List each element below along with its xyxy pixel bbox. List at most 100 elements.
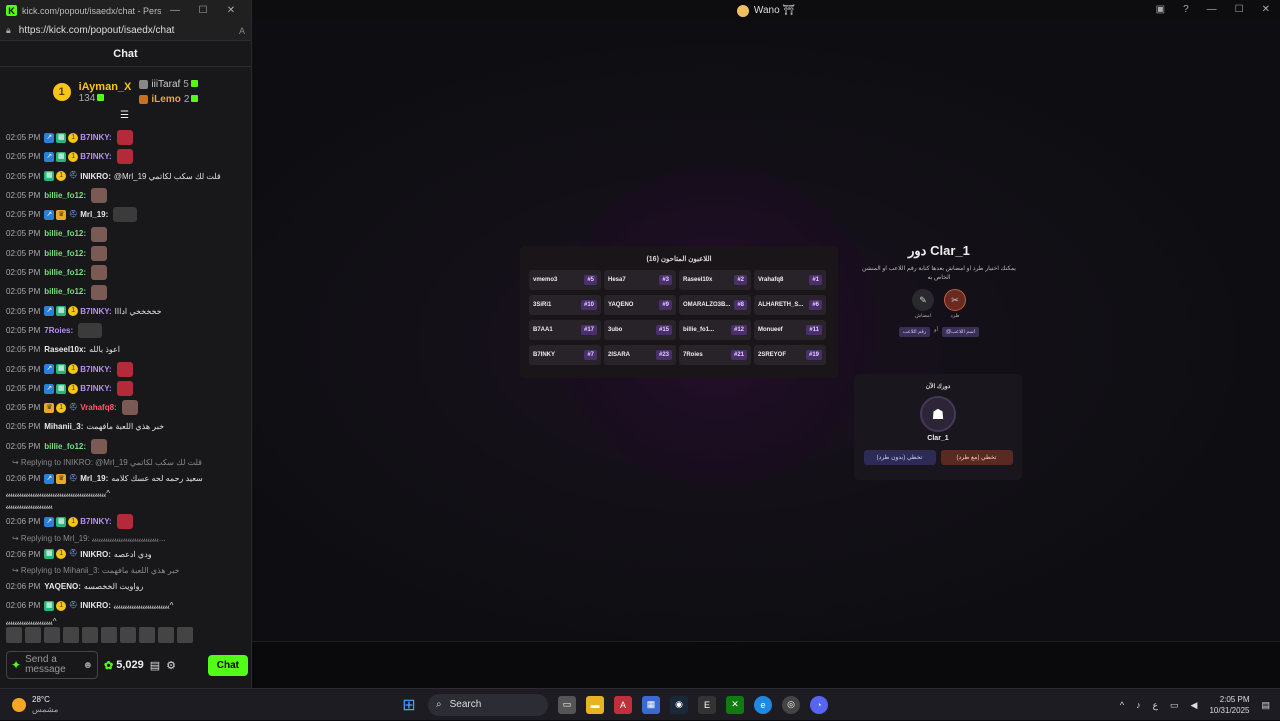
weather-widget[interactable]: 28°C مشمس	[0, 695, 400, 714]
username[interactable]: billie_fo12:	[44, 263, 86, 282]
username[interactable]: Mrl_19:	[80, 205, 108, 224]
action-option[interactable]: ✎ امضاش	[912, 289, 934, 319]
emote-icon[interactable]	[82, 627, 98, 643]
player-card[interactable]: 2ISARA #23	[604, 345, 676, 365]
file-explorer-icon[interactable]: ▬	[586, 695, 604, 714]
username[interactable]: B7INKY:	[80, 302, 111, 321]
steam-icon[interactable]: ◉	[670, 695, 688, 714]
network-icon[interactable]: ▭	[1170, 700, 1179, 711]
player-card[interactable]: vmemo3 #5	[529, 270, 601, 290]
chat-message[interactable]: 02:05 PM Mihanii_3: خبر هذي اللعبة مافهمت	[6, 417, 242, 436]
chat-message[interactable]: 02:06 PM ▦ 1 ⛑ INIKRO: ودي ادعصه	[6, 545, 242, 564]
username[interactable]: INIKRO:	[80, 596, 111, 615]
chat-message[interactable]: 02:05 PM 7Roies:	[6, 321, 242, 340]
username[interactable]: Mihanii_3:	[44, 417, 83, 436]
minimize-icon[interactable]: —	[1207, 4, 1217, 15]
discord-icon[interactable]: ◔	[810, 695, 828, 714]
chat-message[interactable]: 02:05 PM ↗ ▦ 1 B7INKY:	[6, 379, 242, 398]
chat-message[interactable]: 02:06 PM YAQENO: رواويت الخخصسه	[6, 577, 242, 596]
chat-message[interactable]: 02:05 PM billie_fo12:	[6, 282, 242, 301]
player-card[interactable]: 3SiRi1 #10	[529, 295, 601, 315]
maximize-icon[interactable]: ☐	[1235, 4, 1244, 15]
username[interactable]: Raseel10x:	[44, 340, 86, 359]
player-card[interactable]: Raseel10x #2	[679, 270, 751, 290]
emote-icon[interactable]	[158, 627, 174, 643]
settings-gear-icon[interactable]: ⚙	[166, 659, 176, 672]
username[interactable]: INIKRO:	[80, 167, 111, 186]
chat-message[interactable]: 02:05 PM billie_fo12:	[6, 244, 242, 263]
username[interactable]: B7INKY:	[80, 360, 111, 379]
username[interactable]: YAQENO:	[44, 577, 81, 596]
notification-icon[interactable]: ▤	[1261, 700, 1270, 711]
username[interactable]: billie_fo12:	[44, 186, 86, 205]
player-card[interactable]: OMARALZO3B... #8	[679, 295, 751, 315]
action-option[interactable]: ✂ طرد	[944, 289, 966, 319]
chevron-up-icon[interactable]: ^	[1120, 700, 1124, 710]
player-card[interactable]: 7Roies #21	[679, 345, 751, 365]
chat-message[interactable]: 02:05 PM billie_fo12:	[6, 186, 242, 205]
chat-message[interactable]: 02:05 PM ↗ ▦ 1 B7INKY:	[6, 360, 242, 379]
address-bar[interactable]: 🔒︎ https://kick.com/popout/isaedx/chat A	[0, 21, 251, 41]
filter-icon[interactable]: ☰	[120, 110, 129, 121]
emote-icon[interactable]	[139, 627, 155, 643]
emoji-icon[interactable]: ☻	[82, 660, 93, 671]
close-icon[interactable]: ✕	[217, 5, 245, 16]
chat-messages[interactable]: 02:05 PM ↗ ▦ 1 B7INKY: 02:05 PM ↗ ▦ 1 B7INKY: 02:0…	[0, 125, 248, 625]
reply-context[interactable]: ↪ Replying to Mihanii_3: خبر هذي اللعبة …	[6, 564, 242, 577]
emote-icon[interactable]	[44, 627, 60, 643]
username[interactable]: INIKRO:	[80, 545, 111, 564]
emote-icon[interactable]	[63, 627, 79, 643]
username[interactable]: B7INKY:	[80, 128, 111, 147]
epic-games-icon[interactable]: E	[698, 695, 716, 714]
sparkle-icon[interactable]: ✦	[11, 658, 21, 672]
username[interactable]: Mrl_19:	[80, 469, 108, 488]
reply-context[interactable]: ↪ Replying to Mrl_19: ﯾﯾﯾﯾﯾﯾﯾﯾﯾﯾﯾﯾﯾﯾﯾﯾﯾﯾ…	[6, 532, 242, 545]
microphone-icon[interactable]: ♪	[1136, 700, 1141, 710]
chat-message[interactable]: 02:05 PM ♛ 1 ⛑ Vrahafq8:	[6, 398, 242, 417]
help-icon[interactable]: ?	[1183, 4, 1189, 15]
username[interactable]: B7INKY:	[80, 512, 111, 531]
screen-icon[interactable]: ▣	[1156, 4, 1165, 15]
chat-message[interactable]: 02:05 PM billie_fo12:	[6, 437, 242, 456]
chat-message[interactable]: 02:06 PM ↗ ♛ ⛑ Mrl_19: سعيد رحمه لحه عسك…	[6, 469, 242, 488]
chat-message[interactable]: 02:06 PM ▦ 1 ⛑ INIKRO: ﯾﯾﯾﯾﯾﯾﯾﯾﯾﯾﯾﯾﯾﯾﯾﯾﯾ…	[6, 596, 242, 615]
player-card[interactable]: ALHARETH_S... #6	[754, 295, 826, 315]
maximize-icon[interactable]: ☐	[189, 5, 217, 16]
username[interactable]: 7Roies:	[44, 321, 73, 340]
chat-message[interactable]: 02:05 PM billie_fo12:	[6, 224, 242, 243]
player-card[interactable]: YAQENO #9	[604, 295, 676, 315]
reader-mode-icon[interactable]: A	[239, 26, 245, 36]
username[interactable]: billie_fo12:	[44, 224, 86, 243]
emote-icon[interactable]	[177, 627, 193, 643]
player-card[interactable]: 3ubo #15	[604, 320, 676, 340]
adobe-app-icon[interactable]: A	[614, 695, 632, 714]
emote-icon[interactable]	[25, 627, 41, 643]
kick-out-icon[interactable]: ✂	[944, 289, 966, 311]
clock[interactable]: 2:05 PM 10/31/2025	[1209, 694, 1249, 716]
chat-message[interactable]: 02:05 PM ↗ ♛ ⛑ Mrl_19:	[6, 205, 242, 224]
game-area[interactable]: اللاعبون المتاحون (16) vmemo3 #5 Hesa7 #3 Ra…	[252, 21, 1280, 641]
language-indicator[interactable]: ع	[1153, 700, 1158, 711]
store-icon[interactable]: ▤	[150, 659, 160, 672]
player-card[interactable]: Monueef #11	[754, 320, 826, 340]
player-card[interactable]: Vrahafq8 #1	[754, 270, 826, 290]
emote-icon[interactable]	[101, 627, 117, 643]
emote-bar[interactable]	[6, 627, 246, 645]
skip-without-kick-button[interactable]: تخطي (بدون طرد)	[863, 450, 936, 465]
username[interactable]: billie_fo12:	[44, 437, 86, 456]
reply-context[interactable]: ↪ Replying to INIKRO: @Mrl_19 قلت لك سكب…	[6, 456, 242, 469]
chat-message[interactable]: 02:05 PM ↗ ▦ 1 B7INKY: خخخخخي ادااا	[6, 302, 242, 321]
xbox-icon[interactable]: ✕	[726, 695, 744, 714]
player-card[interactable]: B7AA1 #17	[529, 320, 601, 340]
taskbar-search[interactable]: ⌕ Search	[428, 693, 548, 716]
volume-icon[interactable]: ◀	[1191, 700, 1198, 711]
chat-message[interactable]: 02:05 PM ↗ ▦ 1 B7INKY:	[6, 128, 242, 147]
channel-points[interactable]: ✿ 5,029	[104, 659, 144, 672]
chat-message-input[interactable]: ✦ Send a message ☻	[6, 651, 98, 679]
url-text[interactable]: https://kick.com/popout/isaedx/chat	[19, 25, 239, 36]
store-icon[interactable]: ▦	[642, 695, 660, 714]
player-card[interactable]: billie_fo1... #12	[679, 320, 751, 340]
close-icon[interactable]: ✕	[1262, 4, 1270, 15]
chat-message[interactable]: 02:05 PM billie_fo12:	[6, 263, 242, 282]
knife-icon[interactable]: ✎	[912, 289, 934, 311]
